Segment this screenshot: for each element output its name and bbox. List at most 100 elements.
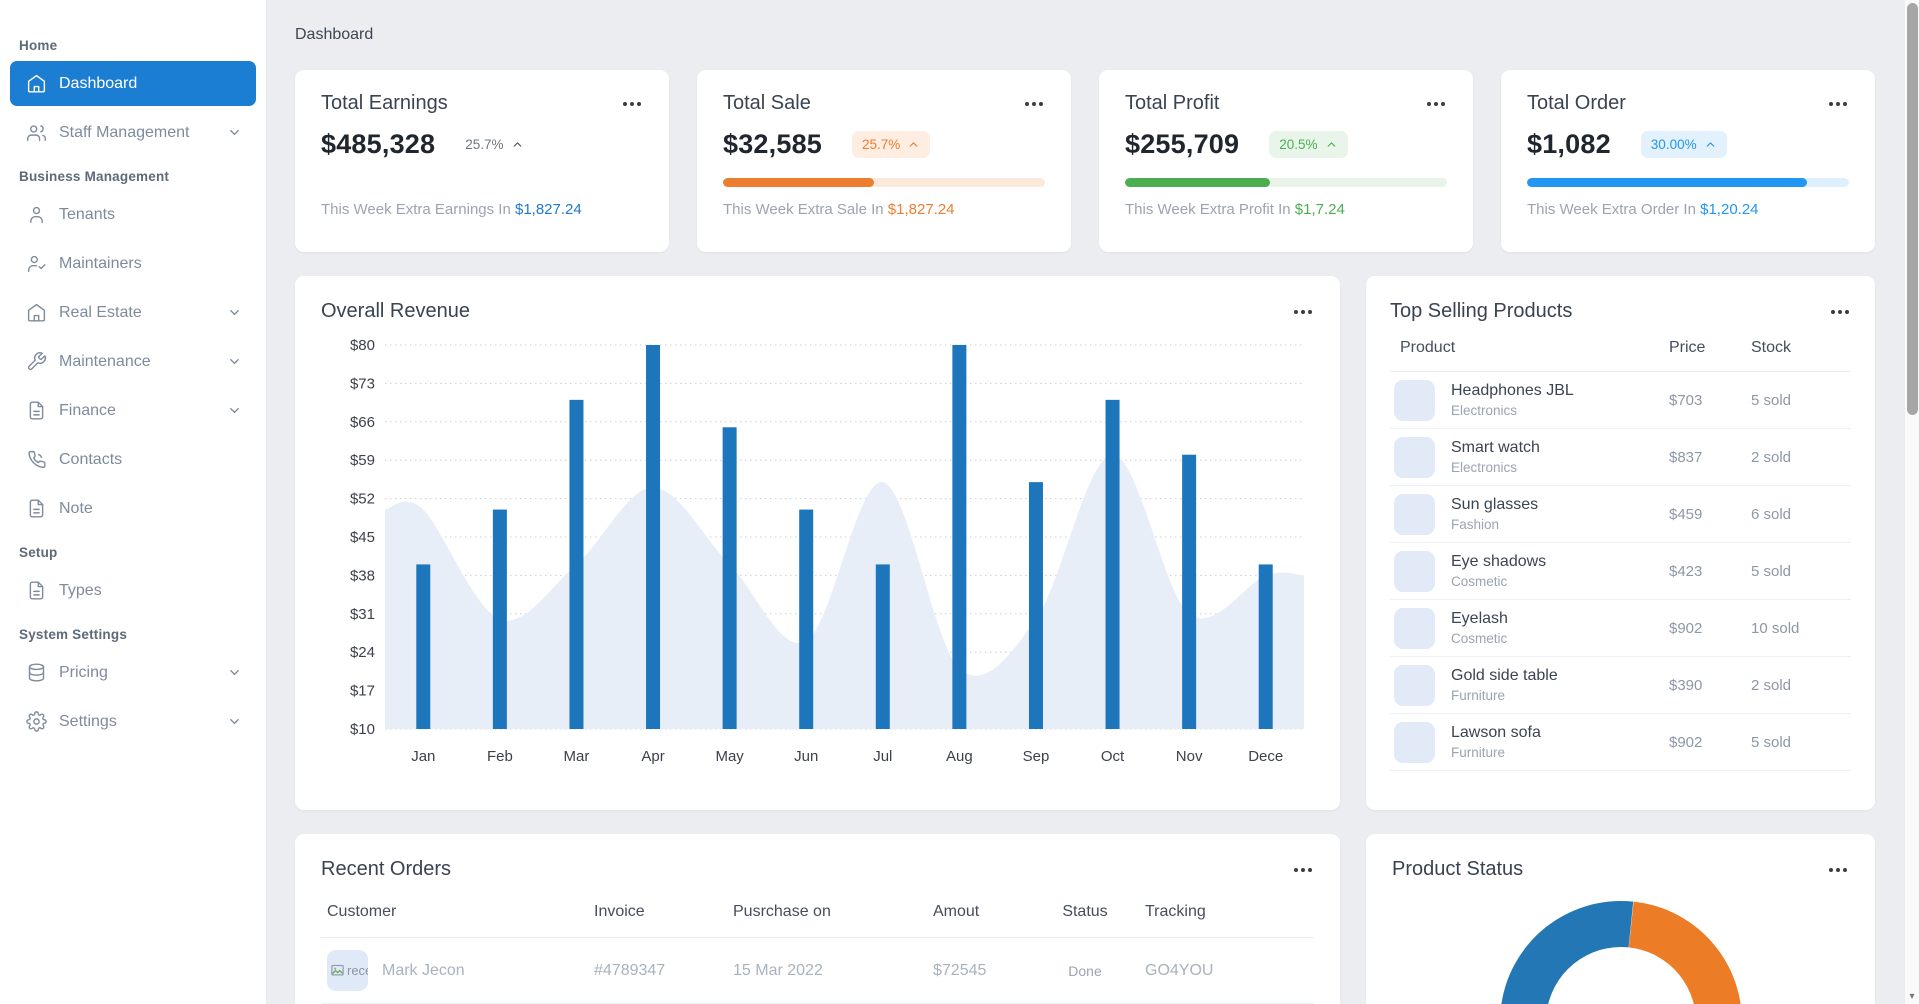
sidebar-item-tenants[interactable]: Tenants	[10, 192, 256, 237]
chevron-up-icon	[1325, 138, 1338, 151]
database-icon	[26, 662, 47, 683]
order-purchase-date: 15 Mar 2022	[733, 961, 823, 979]
sidebar-item-staff-management[interactable]: Staff Management	[10, 110, 256, 155]
product-name: Headphones JBL	[1451, 382, 1574, 399]
sidebar-item-real-estate[interactable]: Real Estate	[10, 290, 256, 335]
sidebar-item-maintenance[interactable]: Maintenance	[10, 339, 256, 384]
scrollbar-thumb[interactable]	[1907, 3, 1918, 415]
sidebar-item-note[interactable]: Note	[10, 486, 256, 531]
users-icon	[26, 122, 47, 143]
product-category: Furniture	[1451, 745, 1506, 760]
top-selling-menu-button[interactable]	[1829, 306, 1851, 318]
change-badge: 30.00%	[1640, 131, 1727, 158]
column-amount: Amout	[933, 903, 980, 920]
file-icon	[26, 498, 47, 519]
product-name: Gold side table	[1451, 667, 1558, 684]
product-stock: 5 sold	[1751, 391, 1792, 409]
recent-orders-column-headers: Customer Invoice Pusrchase on Amout Stat…	[321, 903, 1314, 938]
sidebar-item-label: Staff Management	[59, 123, 190, 141]
product-status-menu-button[interactable]	[1827, 864, 1849, 876]
top-selling-rows: Headphones JBL Electronics $703 5 sold Smart…	[1390, 372, 1851, 771]
recent-orders-rows: rece Mark Jecon #4789347 15 Mar 2022 $72545 D…	[321, 938, 1314, 1004]
svg-text:$17: $17	[350, 683, 375, 700]
scrollbar-down-arrow-icon[interactable]: ▾	[1905, 991, 1919, 1003]
product-name: Eye shadows	[1451, 553, 1547, 570]
product-name: Sun glasses	[1451, 496, 1539, 513]
page-scrollbar[interactable]: ▾	[1904, 0, 1919, 1004]
sidebar-section-label-setup: Setup	[19, 545, 58, 560]
phone-icon	[26, 449, 47, 470]
svg-text:$38: $38	[350, 567, 375, 584]
sidebar-section-label-business-management: Business Management	[19, 169, 170, 184]
sidebar-item-finance[interactable]: Finance	[10, 388, 256, 433]
sidebar-section-label-system-settings: System Settings	[19, 627, 128, 642]
top-selling-title: Top Selling Products	[1390, 300, 1573, 322]
top-selling-header: Top Selling Products	[1390, 300, 1851, 323]
note-amount: $1,827.24	[887, 201, 955, 218]
column-invoice: Invoice	[594, 903, 645, 920]
recent-orders-menu-button[interactable]	[1292, 864, 1314, 876]
recent-orders-title: Recent Orders	[321, 858, 452, 880]
product-row-headphones-jbl: Headphones JBL Electronics $703 5 sold	[1390, 372, 1851, 429]
product-stock: 2 sold	[1751, 448, 1792, 466]
product-price: $703	[1669, 391, 1703, 409]
svg-text:$66: $66	[350, 414, 375, 431]
sidebar-item-label: Tenants	[59, 205, 116, 223]
sidebar-section-label-home: Home	[19, 38, 58, 53]
recent-orders-panel: Recent Orders Customer Invoice Pusrchase…	[295, 834, 1340, 1004]
sidebar-item-maintainers[interactable]: Maintainers	[10, 241, 256, 286]
svg-text:Oct: Oct	[1101, 748, 1125, 765]
product-thumbnail	[1394, 550, 1435, 592]
stat-card-total-profit: Total Profit $255,709 20.5% This Week Extra…	[1099, 70, 1473, 252]
overall-revenue-menu-button[interactable]	[1292, 306, 1314, 318]
page-header: Dashboard	[295, 0, 1875, 70]
svg-text:Nov: Nov	[1176, 748, 1203, 765]
note-text: This Week Extra Profit In	[1125, 201, 1291, 218]
sidebar: Home Dashboard Staff Management Business Ma…	[0, 0, 267, 1004]
sidebar-item-types[interactable]: Types	[10, 568, 256, 613]
progress-bar	[723, 178, 1045, 187]
change-badge: 20.5%	[1269, 131, 1348, 158]
product-price: $459	[1669, 505, 1703, 523]
avatar-alt-text: rece	[347, 963, 368, 978]
user-icon	[26, 204, 47, 225]
sidebar-item-contacts[interactable]: Contacts	[10, 437, 256, 482]
file-icon	[26, 580, 47, 601]
sidebar-item-dashboard[interactable]: Dashboard	[10, 61, 256, 106]
stat-card-menu-button[interactable]	[621, 98, 643, 110]
change-percent: 25.7%	[862, 137, 901, 152]
product-row-sun-glasses: Sun glasses Fashion $459 6 sold	[1390, 486, 1851, 543]
chevron-up-icon	[511, 138, 524, 151]
product-row-eyelash: Eyelash Cosmetic $902 10 sold	[1390, 600, 1851, 657]
change-percent: 30.00%	[1650, 137, 1697, 152]
product-stock: 5 sold	[1751, 733, 1792, 751]
product-status-title: Product Status	[1392, 858, 1524, 880]
column-purchase-on: Pusrchase on	[733, 903, 831, 920]
svg-text:Sep: Sep	[1023, 748, 1050, 765]
sidebar-item-settings[interactable]: Settings	[10, 699, 256, 744]
change-percent: 25.7%	[465, 137, 504, 152]
product-thumbnail	[1394, 607, 1435, 649]
product-thumbnail	[1394, 493, 1435, 535]
main-content: Dashboard Total Earnings $485,328 25.7% Thi…	[267, 0, 1919, 1004]
order-tracking: GO4YOU	[1145, 961, 1214, 979]
product-stock: 2 sold	[1751, 676, 1792, 694]
svg-text:Jun: Jun	[794, 748, 818, 765]
svg-text:$45: $45	[350, 529, 375, 546]
stat-card-menu-button[interactable]	[1827, 98, 1849, 110]
overall-revenue-panel: Overall Revenue $80 $73 $66 $59 $52 $45 $38 $31…	[295, 276, 1340, 810]
sidebar-item-pricing[interactable]: Pricing	[10, 650, 256, 695]
note-amount: $1,827.24	[514, 201, 582, 218]
svg-text:$31: $31	[350, 606, 375, 623]
sidebar-item-label: Finance	[59, 401, 116, 419]
product-row-gold-side-table: Gold side table Furniture $390 2 sold	[1390, 657, 1851, 714]
stat-card-menu-button[interactable]	[1023, 98, 1045, 110]
customer-avatar-broken-image: rece	[327, 950, 368, 991]
product-category: Electronics	[1451, 460, 1518, 475]
sidebar-item-label: Maintenance	[59, 352, 151, 370]
chevron-down-icon	[227, 665, 242, 680]
product-category: Furniture	[1451, 688, 1506, 703]
stat-card-menu-button[interactable]	[1425, 98, 1447, 110]
overall-revenue-header: Overall Revenue	[321, 300, 1314, 323]
app-root: Home Dashboard Staff Management Business Ma…	[0, 0, 1919, 1004]
